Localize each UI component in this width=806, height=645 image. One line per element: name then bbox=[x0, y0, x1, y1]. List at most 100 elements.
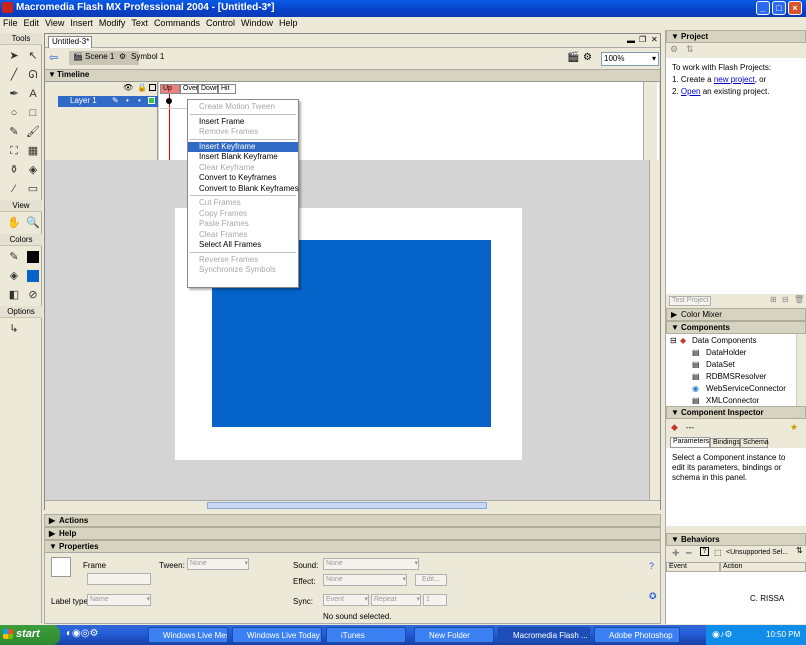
fill-transform-tool-icon[interactable]: ▦ bbox=[25, 143, 41, 159]
components-header[interactable]: ▼ Components bbox=[666, 321, 806, 334]
scene-breadcrumb[interactable]: Scene 1 bbox=[85, 52, 114, 61]
menu-view[interactable]: View bbox=[42, 17, 67, 29]
start-button[interactable]: start bbox=[0, 625, 60, 645]
zoom-tool-icon[interactable]: 🔍 bbox=[25, 215, 41, 231]
back-arrow-icon[interactable]: ⇦ bbox=[49, 51, 58, 64]
tween-select[interactable]: None ▾ bbox=[187, 558, 249, 570]
sound-select[interactable]: None ▾ bbox=[323, 558, 419, 570]
component-item[interactable]: Data Components bbox=[692, 336, 756, 345]
menu-item-insert-frame[interactable]: Insert Frame bbox=[188, 117, 298, 128]
event-column-header[interactable]: Event bbox=[666, 562, 720, 572]
doc-minimize-icon[interactable]: ▬ bbox=[627, 36, 635, 45]
help-icon[interactable]: ? bbox=[649, 561, 654, 571]
component-item[interactable]: XMLConnector bbox=[706, 396, 759, 406]
stage-area[interactable] bbox=[45, 160, 660, 500]
stage-hscroll[interactable] bbox=[45, 500, 660, 510]
doc-restore-icon[interactable]: ❐ bbox=[639, 35, 646, 44]
menu-insert[interactable]: Insert bbox=[67, 17, 96, 29]
repeat-count-input[interactable]: 1 bbox=[423, 594, 447, 606]
remove-behavior-icon[interactable]: ━ bbox=[686, 548, 691, 559]
no-color-icon[interactable]: ⊘ bbox=[25, 287, 41, 303]
frame-label-up[interactable]: Up bbox=[160, 84, 180, 94]
menu-modify[interactable]: Modify bbox=[96, 17, 129, 29]
line-tool-icon[interactable]: ╱ bbox=[6, 67, 22, 83]
fill-color-swatch[interactable] bbox=[27, 270, 39, 282]
taskbar-item-live-today[interactable]: Windows Live Today bbox=[232, 627, 322, 643]
menu-control[interactable]: Control bbox=[203, 17, 238, 29]
subselect-tool-icon[interactable]: ↖ bbox=[25, 48, 41, 64]
pencil-tool-icon[interactable]: ✎ bbox=[6, 124, 22, 140]
action-column-header[interactable]: Action bbox=[720, 562, 806, 572]
zoom-select[interactable]: 100% ▾ bbox=[601, 52, 659, 66]
paint-bucket-tool-icon[interactable]: ◈ bbox=[25, 162, 41, 178]
help-panel-header[interactable]: ▶ Help bbox=[44, 527, 661, 540]
lock-icon[interactable]: 🔒 bbox=[137, 83, 147, 92]
lasso-tool-icon[interactable]: ᘏ bbox=[25, 67, 41, 83]
eyedropper-tool-icon[interactable]: ⁄ bbox=[6, 181, 22, 197]
stroke-color-icon[interactable]: ✎ bbox=[6, 249, 22, 265]
repeat-select[interactable]: Repeat ▾ bbox=[371, 594, 421, 606]
quick-launch-icons[interactable]: ◐◉◎⚙ bbox=[66, 628, 98, 639]
menu-item-convert-to-keyframes[interactable]: Convert to Keyframes bbox=[188, 173, 298, 184]
tray-icons[interactable]: ◉♪⚙ bbox=[712, 629, 732, 640]
menu-item-convert-to-blank-keyframes[interactable]: Convert to Blank Keyframes bbox=[188, 184, 299, 195]
oval-tool-icon[interactable]: ○ bbox=[6, 105, 22, 121]
frame-name-input[interactable] bbox=[87, 573, 151, 585]
delete-icon[interactable]: 🗑 bbox=[794, 295, 804, 304]
menu-item-select-all-frames[interactable]: Select All Frames bbox=[188, 240, 298, 251]
doc-close-icon[interactable]: ✕ bbox=[651, 35, 658, 44]
taskbar-item-messenger[interactable]: Windows Live Mes... bbox=[148, 627, 228, 643]
arrow-tool-icon[interactable]: ➤ bbox=[6, 48, 22, 64]
tab-schema[interactable]: Schema bbox=[740, 438, 769, 448]
minimize-button[interactable]: _ bbox=[756, 1, 770, 15]
test-project-button[interactable]: Test Project bbox=[669, 296, 711, 306]
help-icon[interactable]: ? bbox=[700, 547, 709, 556]
symbol-breadcrumb[interactable]: Symbol 1 bbox=[131, 52, 164, 61]
frame-label-hit[interactable]: Hit bbox=[218, 84, 236, 94]
maximize-button[interactable]: □ bbox=[772, 1, 786, 15]
eraser-tool-icon[interactable]: ▭ bbox=[25, 181, 41, 197]
project-panel-header[interactable]: ▼ Project bbox=[666, 30, 806, 43]
timeline-header[interactable]: ▼ Timeline bbox=[45, 70, 660, 82]
menu-item-insert-blank-keyframe[interactable]: Insert Blank Keyframe bbox=[188, 152, 298, 163]
behaviors-header[interactable]: ▼ Behaviors bbox=[666, 533, 806, 546]
menu-item-insert-keyframe[interactable]: Insert Keyframe bbox=[188, 141, 298, 152]
edit-scene-icon[interactable]: 🎬 bbox=[567, 52, 579, 63]
menu-window[interactable]: Window bbox=[238, 17, 276, 29]
outline-icon[interactable] bbox=[149, 84, 156, 91]
free-transform-tool-icon[interactable]: ⛶ bbox=[6, 143, 22, 159]
open-project-link[interactable]: Open bbox=[681, 87, 701, 96]
taskbar-item-new-folder[interactable]: New Folder bbox=[414, 627, 494, 643]
taskbar-item-flash[interactable]: Macromedia Flash ... bbox=[498, 627, 590, 643]
accessibility-icon[interactable]: ✪ bbox=[649, 591, 657, 602]
inspector-star-icon[interactable]: ★ bbox=[790, 422, 798, 433]
component-item[interactable]: WebServiceConnector bbox=[706, 384, 786, 393]
sync-select[interactable]: Event ▾ bbox=[323, 594, 369, 606]
hscroll-thumb[interactable] bbox=[207, 502, 487, 509]
hand-tool-icon[interactable]: ✋ bbox=[6, 215, 22, 231]
new-project-link[interactable]: new project bbox=[714, 75, 755, 84]
taskbar-item-itunes[interactable]: iTunes bbox=[326, 627, 406, 643]
fill-color-icon[interactable]: ◈ bbox=[6, 268, 22, 284]
scroll-arrows-icon[interactable]: ⇅ bbox=[796, 546, 803, 555]
stage-vscroll[interactable] bbox=[649, 160, 660, 500]
edit-button[interactable]: Edit... bbox=[415, 574, 447, 586]
edit-symbols-icon[interactable]: ⚙ bbox=[583, 52, 592, 63]
tab-parameters[interactable]: Parameters bbox=[670, 437, 710, 448]
add-folder-icon[interactable]: ⊟ bbox=[782, 295, 789, 304]
taskbar-item-photoshop[interactable]: Adobe Photoshop bbox=[594, 627, 680, 643]
menu-edit[interactable]: Edit bbox=[21, 17, 43, 29]
frame-label-over[interactable]: Over bbox=[180, 84, 198, 94]
menu-text[interactable]: Text bbox=[128, 17, 151, 29]
ink-bottle-tool-icon[interactable]: ⚱ bbox=[6, 162, 22, 178]
component-item[interactable]: RDBMSResolver bbox=[706, 372, 766, 381]
menu-commands[interactable]: Commands bbox=[151, 17, 203, 29]
color-mixer-header[interactable]: ▶ Color Mixer bbox=[666, 308, 806, 321]
timeline-vscroll[interactable] bbox=[643, 82, 657, 160]
tree-collapse-icon[interactable]: ⊟ bbox=[670, 336, 677, 345]
add-behavior-icon[interactable]: ✚ bbox=[672, 548, 680, 559]
inspector-header[interactable]: ▼ Component Inspector bbox=[666, 406, 806, 419]
document-tab[interactable]: Untitled-3* bbox=[48, 36, 92, 48]
add-file-icon[interactable]: ⊞ bbox=[770, 295, 777, 304]
menu-file[interactable]: File bbox=[0, 17, 21, 29]
